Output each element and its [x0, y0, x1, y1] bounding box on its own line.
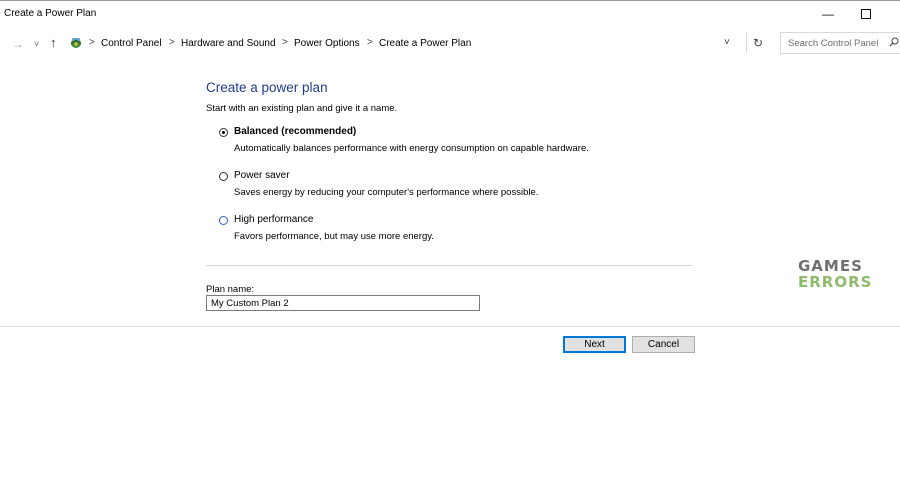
high-performance-radio[interactable] [219, 216, 228, 225]
address-dropdown-button[interactable]: ˅ [724, 37, 730, 48]
breadcrumb-control-panel[interactable]: Control Panel [101, 38, 162, 49]
forward-button[interactable]: → [12, 37, 24, 51]
search-box[interactable]: Search Control Panel [780, 32, 900, 54]
window-top-border [0, 0, 900, 1]
breadcrumb-separator: > [89, 37, 95, 48]
watermark-logo-errors: ERRORS [798, 273, 873, 291]
maximize-icon [861, 9, 871, 19]
maximize-button[interactable] [846, 2, 886, 26]
page-title: Create a power plan [206, 80, 328, 95]
cancel-button[interactable]: Cancel [632, 336, 695, 353]
high-performance-description: Favors performance, but may use more ene… [234, 231, 434, 242]
search-placeholder: Search Control Panel [788, 38, 879, 49]
power-saver-label[interactable]: Power saver [234, 170, 290, 181]
refresh-icon: ↻ [752, 36, 764, 50]
search-icon [889, 37, 899, 50]
breadcrumb-separator: > [169, 37, 175, 48]
section-divider [206, 265, 692, 266]
power-saver-description: Saves energy by reducing your computer's… [234, 187, 539, 198]
up-button[interactable]: ↑ [50, 35, 57, 50]
next-button[interactable]: Next [563, 336, 626, 353]
recent-locations-button[interactable]: ˅ [34, 39, 39, 49]
minimize-button[interactable]: — [808, 2, 848, 26]
balanced-radio[interactable] [219, 128, 228, 137]
breadcrumb-power-options[interactable]: Power Options [294, 38, 360, 49]
breadcrumb-create-power-plan[interactable]: Create a Power Plan [379, 38, 471, 49]
window-title: Create a Power Plan [4, 8, 97, 19]
breadcrumb-separator: > [282, 37, 288, 48]
balanced-label[interactable]: Balanced (recommended) [234, 126, 356, 137]
balanced-description: Automatically balances performance with … [234, 143, 589, 154]
breadcrumb-hardware-and-sound[interactable]: Hardware and Sound [181, 38, 276, 49]
refresh-button[interactable]: ↻ [746, 33, 769, 53]
control-panel-icon [70, 38, 82, 48]
high-performance-label[interactable]: High performance [234, 214, 313, 225]
power-saver-radio[interactable] [219, 172, 228, 181]
plan-name-input[interactable] [206, 295, 480, 311]
page-subtitle: Start with an existing plan and give it … [206, 103, 398, 114]
plan-name-label: Plan name: [206, 284, 255, 295]
footer-divider [0, 326, 900, 327]
breadcrumb-separator: > [367, 37, 373, 48]
